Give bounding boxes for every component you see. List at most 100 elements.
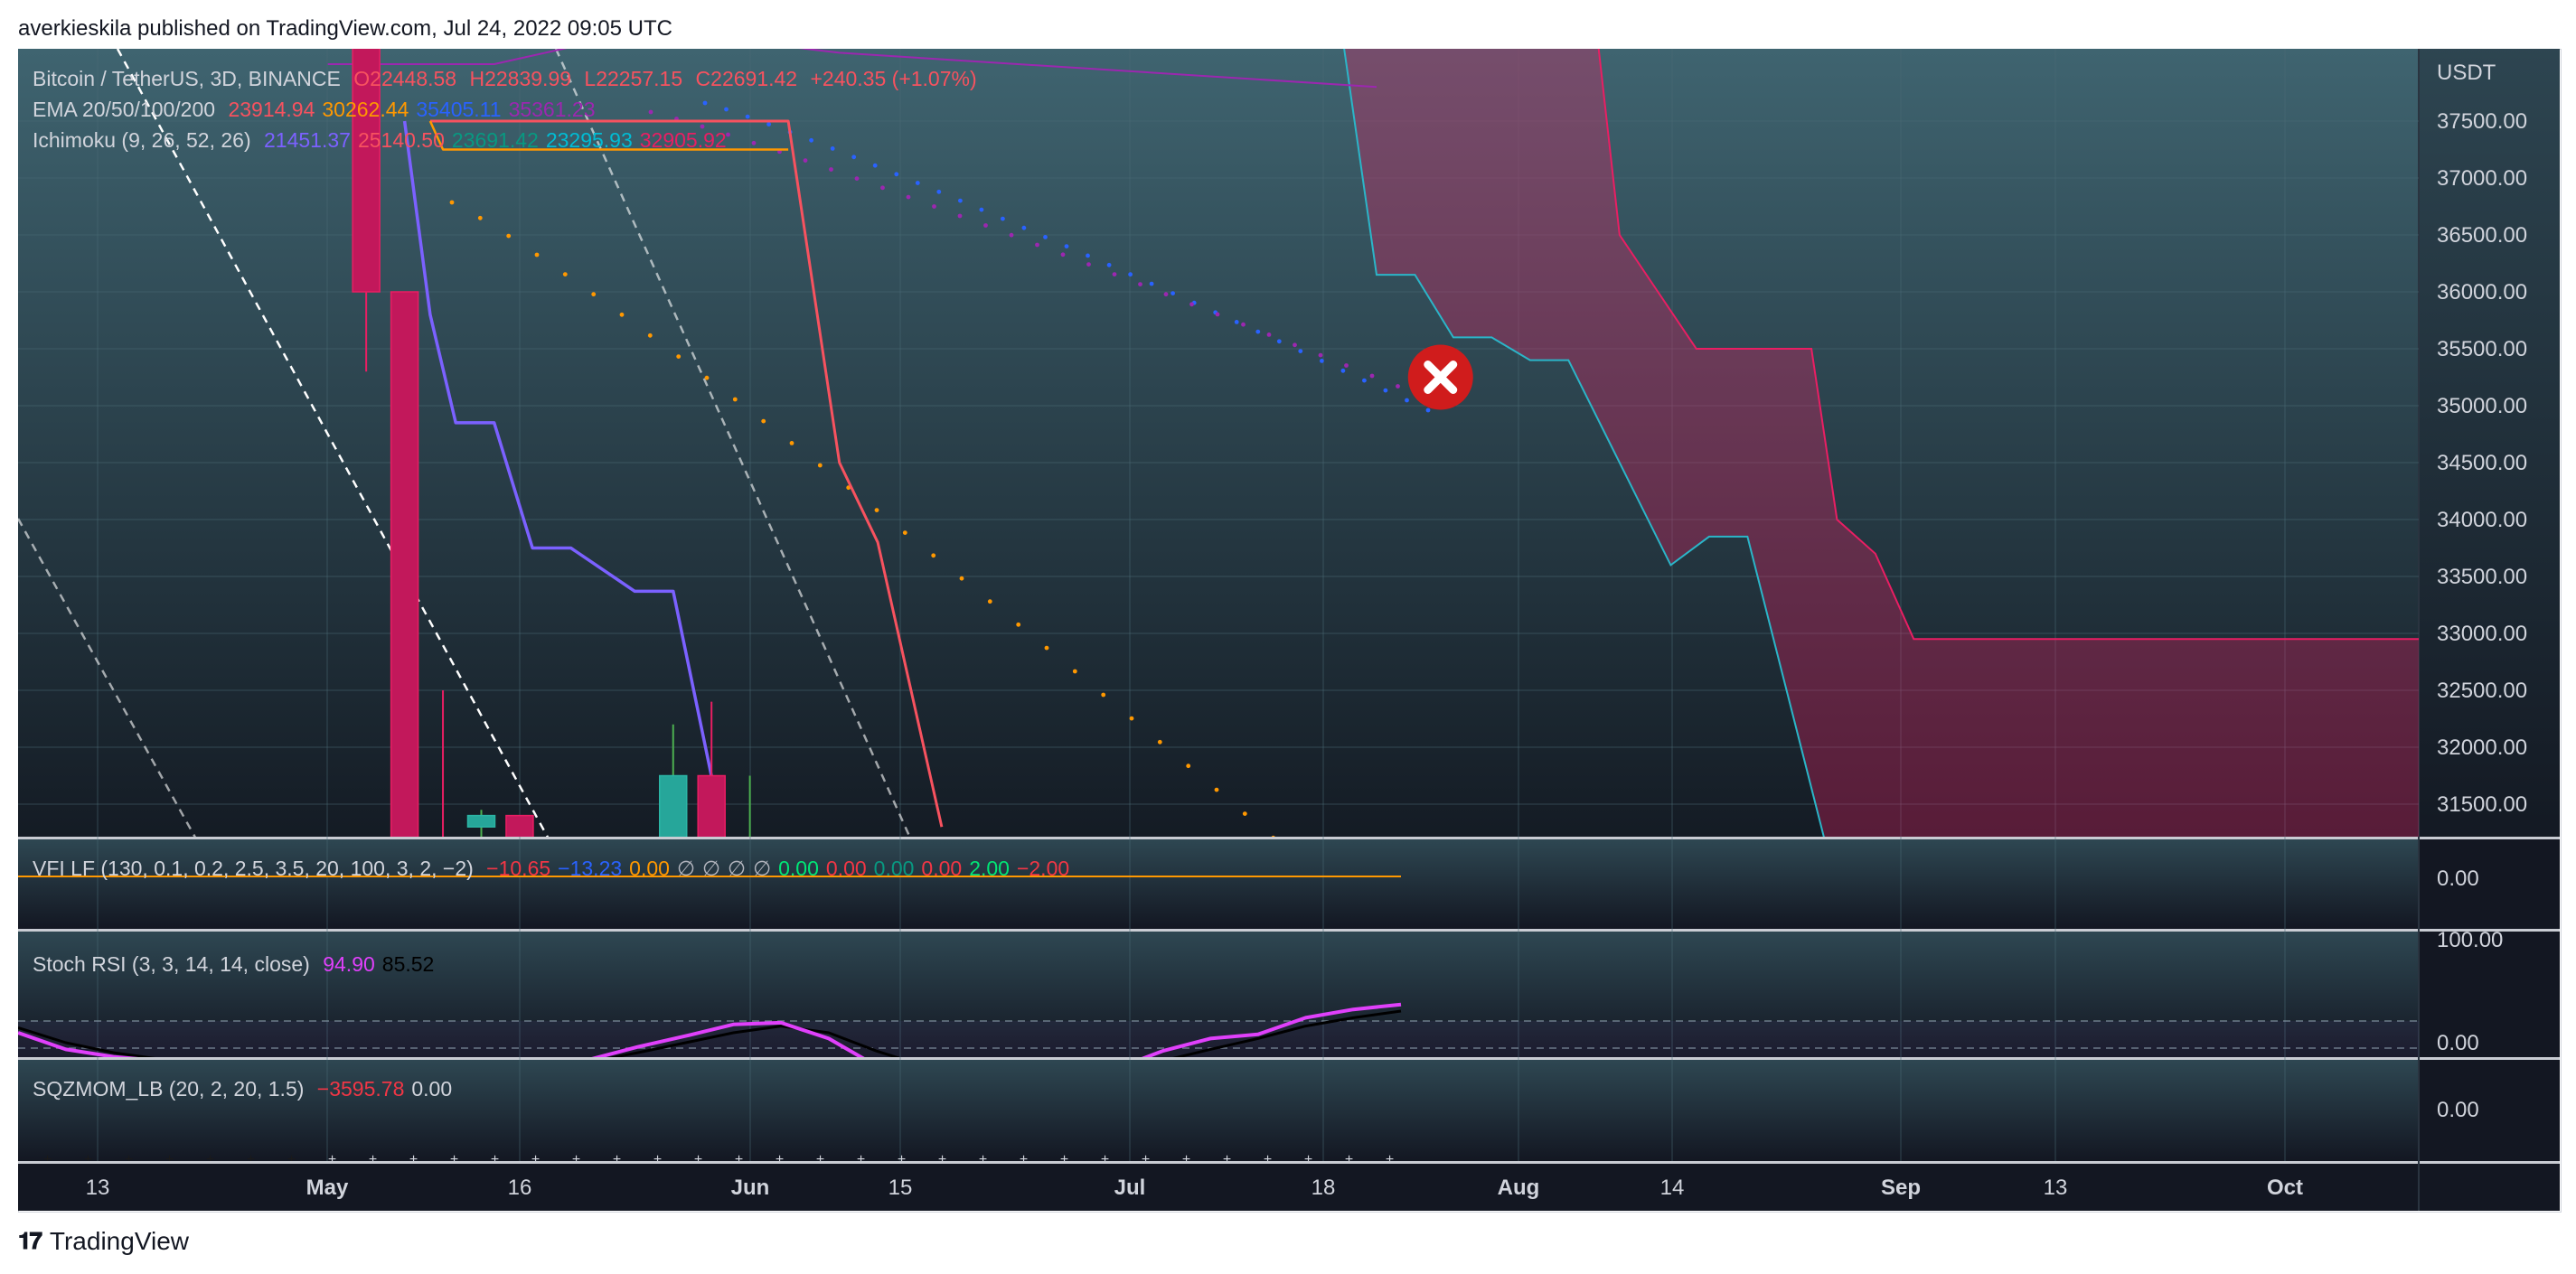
ema50-dot-7 xyxy=(647,333,653,338)
ema-dot-8 xyxy=(872,163,878,168)
ema-dot-12 xyxy=(958,198,963,203)
ema50-dot-12 xyxy=(789,441,794,445)
vfi-axis-label: 0.00 xyxy=(2437,867,2479,891)
time-tick-10: 13 xyxy=(2044,1176,2068,1200)
vfi-value-4: ∅ xyxy=(701,857,721,880)
ema50-dot-11 xyxy=(761,418,766,424)
ema50-dot-19 xyxy=(987,599,992,604)
ema-dot-14 xyxy=(1001,216,1005,221)
change-value: +240.35 (+1.07%) xyxy=(810,67,977,90)
chart-canvas[interactable]: + + + + + + + + + + + + + + + + + + + + + + + + + + + + + + + + + + USDT3… xyxy=(18,49,2560,1211)
sqz-pane-bg xyxy=(18,1060,2419,1161)
vfi-legend-name: VFI LF (130, 0.1, 0.2, 2.5, 3.5, 20, 100… xyxy=(33,857,474,880)
ema200-dot-11 xyxy=(932,204,936,209)
ema-dot-7 xyxy=(851,155,857,160)
vfi-value-3: ∅ xyxy=(676,857,695,880)
price-tick-9: 33000.00 xyxy=(2437,622,2527,646)
ema50-dot-18 xyxy=(959,576,964,581)
ema200-dot-8 xyxy=(854,176,860,182)
ichimoku-legend[interactable]: Ichimoku (9, 26, 52, 26) 21451.37 25140.5… xyxy=(33,128,734,153)
candle-body-6 xyxy=(697,774,726,837)
ema200-dot-10 xyxy=(906,194,911,200)
price-tick-0: 37500.00 xyxy=(2437,109,2527,134)
ema-dot-33 xyxy=(1405,398,1409,403)
ema-dot-10 xyxy=(915,181,920,185)
ema200-dot-12 xyxy=(957,213,963,219)
ema200-dot-27 xyxy=(1344,363,1349,368)
ema50-dot-1 xyxy=(477,215,483,220)
ema200-dot-21 xyxy=(1189,302,1194,307)
ema50-dot-15 xyxy=(874,508,879,512)
candle-body-5 xyxy=(659,774,688,837)
sqz-axis-label: 0.00 xyxy=(2437,1098,2479,1122)
vfi-value-2: 0.00 xyxy=(629,857,670,880)
vfi-value-0: −10.65 xyxy=(486,857,551,880)
ema200-dot-15 xyxy=(1035,242,1039,248)
ema-dot-32 xyxy=(1383,388,1388,393)
ema-dot-2 xyxy=(745,114,750,119)
symbol-legend[interactable]: Bitcoin / TetherUS, 3D, BINANCE O22448.5… xyxy=(33,67,984,91)
ichimoku-value-2: 23691.42 xyxy=(451,128,539,152)
time-tick-6: 18 xyxy=(1312,1176,1336,1200)
ema200-dot-13 xyxy=(983,223,988,228)
vfi-value-5: ∅ xyxy=(728,857,747,880)
time-tick-5: Jul xyxy=(1114,1176,1146,1200)
tradingview-logo-icon: 𝟏𝟕 xyxy=(18,1227,42,1254)
vfi-value-6: ∅ xyxy=(753,857,772,880)
ema50-dot-20 xyxy=(1016,622,1021,627)
low-value: L22257.15 xyxy=(584,67,683,90)
ema50-dot-9 xyxy=(704,375,710,380)
ema50-dot-27 xyxy=(1214,787,1219,792)
ema200-dot-29 xyxy=(1396,384,1400,389)
price-tick-4: 35500.00 xyxy=(2437,337,2527,361)
sqzmom-legend-name: SQZMOM_LB (20, 2, 20, 1.5) xyxy=(33,1077,305,1101)
time-tick-2: 16 xyxy=(508,1176,532,1200)
high-value: H22839.99 xyxy=(469,67,572,90)
ema50-dot-22 xyxy=(1072,669,1077,674)
footer-brand[interactable]: 𝟏𝟕 TradingView xyxy=(18,1227,189,1256)
ema200-dot-20 xyxy=(1163,292,1169,297)
ema200-dot-28 xyxy=(1369,373,1375,379)
price-tick-12: 31500.00 xyxy=(2437,792,2527,817)
ema-dot-13 xyxy=(979,207,984,212)
ema50-dot-24 xyxy=(1129,716,1134,721)
ema-legend[interactable]: EMA 20/50/100/200 23914.94 30262.44 35405.… xyxy=(33,98,603,122)
price-tick-11: 32000.00 xyxy=(2437,735,2527,760)
ema-dot-6 xyxy=(830,146,835,151)
ema-dot-20 xyxy=(1128,272,1133,277)
vfi-value-8: 0.00 xyxy=(825,857,867,880)
price-tick-10: 32500.00 xyxy=(2437,679,2527,703)
ema-value-3: 35361.23 xyxy=(508,98,596,121)
ema-dot-15 xyxy=(1021,225,1027,230)
ema200-dot-17 xyxy=(1086,262,1091,267)
ema50-dot-4 xyxy=(562,272,568,276)
time-tick-1: May xyxy=(306,1176,349,1200)
symbol-name: Bitcoin / TetherUS, 3D, BINANCE xyxy=(33,67,341,90)
candle-body-3 xyxy=(466,814,496,828)
price-tick-6: 34500.00 xyxy=(2437,451,2527,475)
ema-dot-27 xyxy=(1276,339,1282,344)
ema50-dot-3 xyxy=(534,252,540,258)
ema50-dot-21 xyxy=(1044,645,1049,651)
ema-value-0: 23914.94 xyxy=(228,98,315,121)
ema-dot-17 xyxy=(1064,244,1069,248)
sqz-value-0: −3595.78 xyxy=(316,1077,405,1101)
ema-dot-31 xyxy=(1362,378,1367,383)
ema-legend-name: EMA 20/50/100/200 xyxy=(33,98,216,121)
stoch-legend-name: Stoch RSI (3, 3, 14, 14, close) xyxy=(33,952,310,976)
ema50-dot-2 xyxy=(506,233,512,239)
ema-dot-19 xyxy=(1106,262,1112,267)
ema-dot-18 xyxy=(1086,253,1090,258)
sqzmom-legend[interactable]: SQZMOM_LB (20, 2, 20, 1.5) −3595.78 0.00 xyxy=(33,1077,459,1101)
vfi-value-9: 0.00 xyxy=(873,857,915,880)
price-tick-5: 35000.00 xyxy=(2437,394,2527,418)
time-tick-11: Oct xyxy=(2267,1176,2303,1200)
ema50-dot-16 xyxy=(902,530,907,535)
sqz-value-1: 0.00 xyxy=(411,1077,453,1101)
ema-dot-34 xyxy=(1425,407,1431,413)
vfi-legend[interactable]: VFI LF (130, 0.1, 0.2, 2.5, 3.5, 20, 100… xyxy=(33,857,1076,881)
ichimoku-legend-name: Ichimoku (9, 26, 52, 26) xyxy=(33,128,251,152)
ichimoku-value-0: 21451.37 xyxy=(264,128,351,152)
stoch-legend[interactable]: Stoch RSI (3, 3, 14, 14, close) 94.90 85.… xyxy=(33,952,441,977)
ema-dot-1 xyxy=(724,107,729,112)
